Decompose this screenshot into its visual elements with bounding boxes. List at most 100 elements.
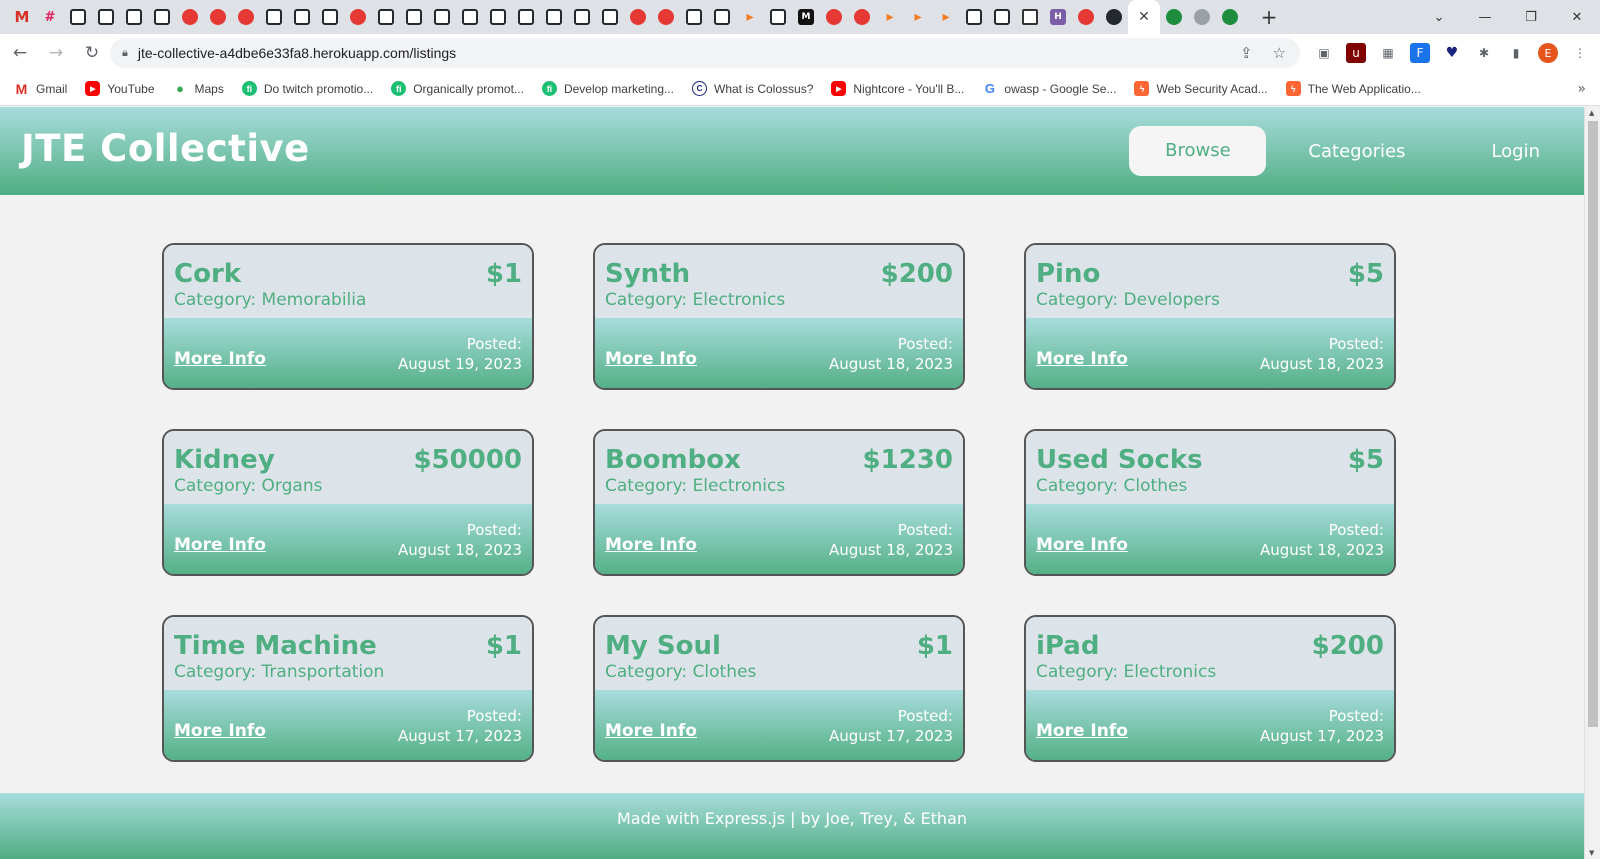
ublock-icon[interactable]: u [1346, 43, 1366, 63]
bookmark-star-icon[interactable]: ☆ [1273, 44, 1286, 62]
tab-search-icon[interactable]: ⌄ [1416, 10, 1462, 25]
new-tab-button[interactable]: + [1254, 0, 1284, 34]
chevron-right-icon[interactable]: » [1577, 81, 1586, 97]
reload-icon[interactable]: ↻ [76, 37, 108, 69]
browser-tab[interactable] [1160, 0, 1188, 34]
scroll-down-icon[interactable]: ▼ [1589, 849, 1594, 857]
nav-browse[interactable]: Browse [1129, 126, 1267, 176]
browser-tab[interactable]: ▸ [876, 0, 904, 34]
browser-tab[interactable] [232, 0, 260, 34]
bookmark-item[interactable]: ϟ Web Security Acad... [1134, 81, 1268, 96]
browser-tab[interactable] [400, 0, 428, 34]
extension-icon[interactable]: ▣ [1314, 43, 1334, 63]
browser-tab[interactable] [1216, 0, 1244, 34]
browser-tab[interactable] [344, 0, 372, 34]
bookmark-item[interactable]: ● Maps [173, 81, 224, 96]
browser-tab[interactable] [260, 0, 288, 34]
more-info-link[interactable]: More Info [605, 535, 697, 555]
browser-tab[interactable] [316, 0, 344, 34]
browser-tab[interactable] [848, 0, 876, 34]
more-info-link[interactable]: More Info [174, 349, 266, 369]
menu-icon[interactable]: ⋮ [1570, 43, 1590, 63]
browser-tab[interactable] [764, 0, 792, 34]
browser-tab[interactable]: # [36, 0, 64, 34]
more-info-link[interactable]: More Info [1036, 349, 1128, 369]
puzzle-icon[interactable]: ✱ [1474, 43, 1494, 63]
bookmark-item[interactable]: ▶ YouTube [85, 81, 155, 96]
extension-icon[interactable]: ▦ [1378, 43, 1398, 63]
url-text[interactable]: jte-collective-a4dbe6e33fa8.herokuapp.co… [138, 45, 456, 61]
browser-tab[interactable] [820, 0, 848, 34]
scroll-up-icon[interactable]: ▲ [1589, 109, 1594, 117]
back-icon[interactable]: ← [4, 37, 36, 69]
active-tab[interactable]: ✕ [1128, 0, 1160, 34]
restore-icon[interactable]: ❐ [1508, 10, 1554, 25]
browser-tab[interactable] [1188, 0, 1216, 34]
browser-tab[interactable] [204, 0, 232, 34]
fiverr-icon: fi [541, 81, 557, 96]
browser-tab[interactable] [92, 0, 120, 34]
posted-label: Posted: [466, 707, 522, 725]
browser-tab[interactable] [960, 0, 988, 34]
more-info-link[interactable]: More Info [605, 721, 697, 741]
nav-login[interactable]: Login [1491, 141, 1540, 162]
browser-tab[interactable]: ▸ [904, 0, 932, 34]
browser-tab[interactable] [708, 0, 736, 34]
minimize-icon[interactable]: — [1462, 10, 1508, 25]
browser-tab[interactable]: ▸ [932, 0, 960, 34]
browser-tab[interactable] [624, 0, 652, 34]
browser-tab[interactable] [428, 0, 456, 34]
scrollbar-thumb[interactable] [1588, 121, 1598, 727]
more-info-link[interactable]: More Info [174, 535, 266, 555]
portswigger-icon: ϟ [1134, 81, 1150, 96]
bookmark-item[interactable]: ϟ The Web Applicatio... [1285, 81, 1421, 96]
browser-tab[interactable]: M [792, 0, 820, 34]
close-icon[interactable]: ✕ [1138, 9, 1150, 25]
bookmark-item[interactable]: fi Develop marketing... [541, 81, 674, 96]
bookmark-item[interactable]: fi Do twitch promotio... [241, 81, 373, 96]
browser-tab[interactable] [680, 0, 708, 34]
browser-tab[interactable] [596, 0, 624, 34]
extension-icon[interactable]: F [1410, 43, 1430, 63]
browser-tab[interactable] [1016, 0, 1044, 34]
more-info-link[interactable]: More Info [1036, 721, 1128, 741]
more-info-link[interactable]: More Info [605, 349, 697, 369]
site-title[interactable]: JTE Collective [21, 127, 310, 170]
scrollbar[interactable]: ▲ ▼ [1584, 107, 1600, 859]
browser-tab[interactable] [568, 0, 596, 34]
browser-tab[interactable] [512, 0, 540, 34]
more-info-link[interactable]: More Info [174, 721, 266, 741]
browser-tab[interactable] [372, 0, 400, 34]
browser-tab[interactable] [484, 0, 512, 34]
browser-tab[interactable] [176, 0, 204, 34]
browser-tab[interactable] [1072, 0, 1100, 34]
sidepanel-icon[interactable]: ▮ [1506, 43, 1526, 63]
browser-tab[interactable] [120, 0, 148, 34]
browser-tab[interactable]: H [1044, 0, 1072, 34]
bookmark-item[interactable]: M Gmail [14, 81, 68, 97]
browser-tab[interactable] [988, 0, 1016, 34]
more-info-link[interactable]: More Info [1036, 535, 1128, 555]
close-window-icon[interactable]: ✕ [1554, 10, 1600, 25]
browser-tab[interactable] [456, 0, 484, 34]
browser-tab[interactable]: ▸ [736, 0, 764, 34]
browser-tab[interactable] [652, 0, 680, 34]
lock-icon[interactable]: 🔒︎ [122, 46, 128, 60]
heart-extension-icon[interactable]: ♥ [1442, 43, 1462, 63]
forward-icon[interactable]: → [40, 37, 72, 69]
browser-tab[interactable]: M [8, 0, 36, 34]
nav-categories[interactable]: Categories [1308, 141, 1405, 162]
bookmark-item[interactable]: Gowasp - Google Se... [982, 81, 1117, 96]
bookmark-item[interactable]: fi Organically promot... [391, 81, 524, 96]
share-icon[interactable]: ⇪ [1240, 44, 1253, 62]
browser-tab[interactable] [540, 0, 568, 34]
browser-tab[interactable] [148, 0, 176, 34]
browser-tab[interactable] [288, 0, 316, 34]
address-bar[interactable]: 🔒︎ jte-collective-a4dbe6e33fa8.herokuapp… [110, 38, 1300, 68]
github-icon [574, 9, 590, 25]
bookmark-item[interactable]: C What is Colossus? [692, 81, 813, 96]
browser-tab[interactable] [1100, 0, 1128, 34]
profile-avatar[interactable]: E [1538, 43, 1558, 63]
browser-tab[interactable] [64, 0, 92, 34]
bookmark-item[interactable]: ▶ Nightcore - You'll B... [831, 81, 964, 96]
